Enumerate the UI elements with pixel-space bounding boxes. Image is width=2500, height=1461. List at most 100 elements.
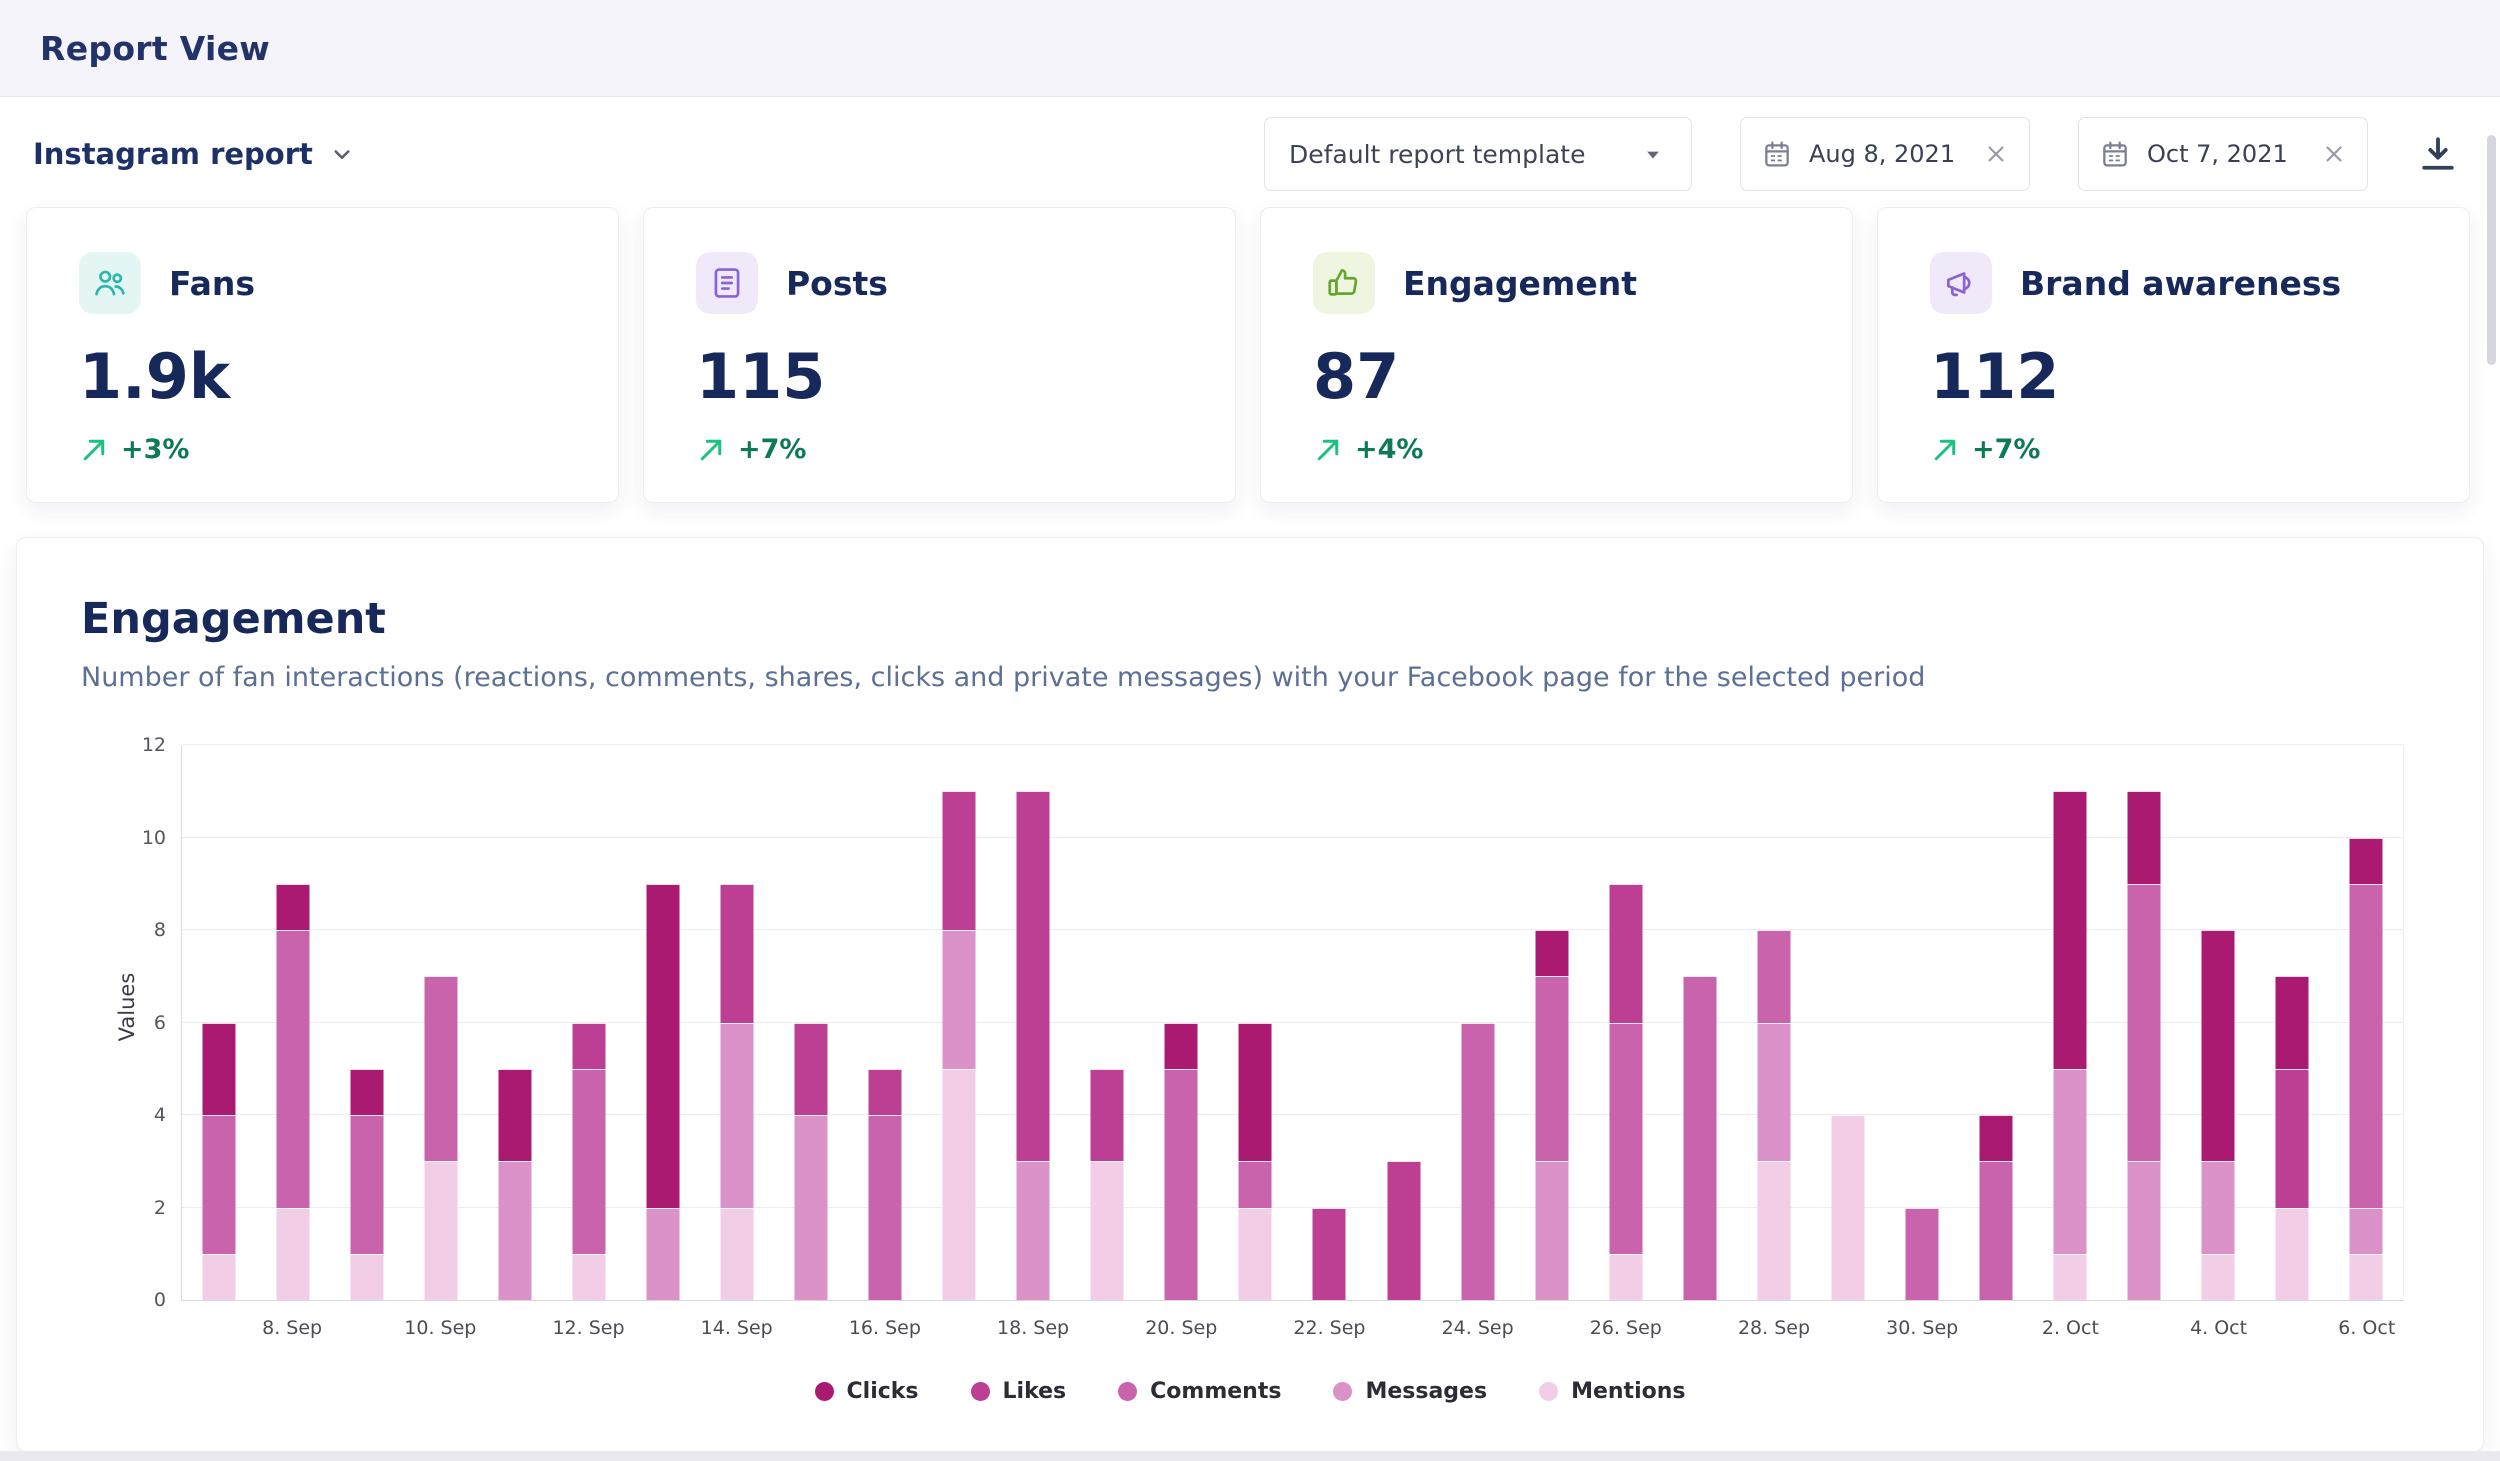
x-tick-label: 28. Sep (1737, 1317, 1811, 1339)
bar-segment-mentions (203, 1254, 236, 1300)
bar-segment-clicks (1165, 1023, 1198, 1069)
bar-segment-messages (1757, 1023, 1790, 1162)
bar-5-oct (2255, 745, 2329, 1300)
bars-container (182, 745, 2403, 1300)
x-tick-label (181, 1317, 255, 1339)
bar-segment-messages (2349, 1208, 2382, 1254)
stat-card-brand-awareness: Brand awareness112+7% (1877, 207, 2470, 503)
bar-segment-likes (1313, 1208, 1346, 1301)
legend-item-messages[interactable]: Messages (1333, 1379, 1487, 1404)
legend-item-mentions[interactable]: Mentions (1539, 1379, 1685, 1404)
bar-segment-comments (1757, 930, 1790, 1023)
bar-segment-messages (943, 930, 976, 1069)
template-selector[interactable]: Default report template (1264, 117, 1692, 191)
legend-label: Likes (1003, 1379, 1067, 1404)
bar-19-sep (1070, 745, 1144, 1300)
y-tick-label: 2 (154, 1197, 166, 1219)
bar-segment-mentions (2201, 1254, 2234, 1300)
bar-segment-clicks (351, 1069, 384, 1115)
bar-segment-comments (869, 1115, 902, 1300)
bar-17-sep (922, 745, 996, 1300)
legend-label: Clicks (847, 1379, 919, 1404)
scrollbar-thumb[interactable] (2487, 135, 2496, 365)
stat-card-delta: +7% (696, 434, 1183, 465)
chart-title: Engagement (81, 594, 2419, 644)
bar-segment-mentions (425, 1161, 458, 1300)
bar-segment-clicks (1979, 1115, 2012, 1161)
bar-segment-mentions (351, 1254, 384, 1300)
x-tick-label: 14. Sep (700, 1317, 774, 1339)
bar-segment-comments (1609, 1023, 1642, 1254)
bar-segment-comments (1979, 1161, 2012, 1300)
bar-segment-clicks (2275, 976, 2308, 1069)
bar-segment-likes (2275, 1069, 2308, 1208)
bar-segment-mentions (1757, 1161, 1790, 1300)
bar-segment-comments (1239, 1161, 1272, 1207)
x-tick-label (2107, 1317, 2181, 1339)
calendar-icon (2099, 138, 2131, 170)
thumbs-up-icon (1313, 252, 1375, 314)
report-toolbar: Instagram report Default report template… (0, 98, 2500, 210)
stat-card-delta: +7% (1930, 434, 2417, 465)
bar-10-sep (404, 745, 478, 1300)
download-icon[interactable] (2416, 132, 2460, 176)
bar-segment-clicks (1239, 1023, 1272, 1162)
x-tick-label (1070, 1317, 1144, 1339)
bar-segment-messages (1535, 1161, 1568, 1300)
date-start-input[interactable]: Aug 8, 2021 (1740, 117, 2030, 191)
trend-up-icon (79, 435, 109, 465)
bar-16-sep (848, 745, 922, 1300)
legend-label: Comments (1150, 1379, 1281, 1404)
trend-up-icon (1930, 435, 1960, 465)
x-tick-label (626, 1317, 700, 1339)
date-end-input[interactable]: Oct 7, 2021 (2078, 117, 2368, 191)
x-tick-label (1663, 1317, 1737, 1339)
x-tick-label: 20. Sep (1144, 1317, 1218, 1339)
bar-segment-comments (1683, 976, 1716, 1300)
bar-2-oct (2033, 745, 2107, 1300)
bar-24-sep (1441, 745, 1515, 1300)
bar-segment-messages (647, 1208, 680, 1301)
bar-segment-mentions (277, 1208, 310, 1301)
x-tick-label (1218, 1317, 1292, 1339)
legend-item-clicks[interactable]: Clicks (815, 1379, 919, 1404)
bar-28-sep (1737, 745, 1811, 1300)
legend-dot (1118, 1382, 1137, 1401)
bar-segment-messages (499, 1161, 532, 1300)
bar-segment-clicks (2053, 791, 2086, 1069)
x-tick-label (329, 1317, 403, 1339)
bar-segment-likes (795, 1023, 828, 1116)
bar-segment-clicks (2127, 791, 2160, 884)
bottom-scroll-track[interactable] (0, 1451, 2500, 1461)
bar-segment-messages (2201, 1161, 2234, 1254)
stat-card-value: 112 (1930, 346, 2417, 408)
bar-segment-likes (1387, 1161, 1420, 1300)
bar-segment-comments (425, 976, 458, 1161)
stat-card-posts: Posts115+7% (643, 207, 1236, 503)
bar-segment-likes (1091, 1069, 1124, 1162)
bar-segment-comments (2127, 884, 2160, 1162)
bar-segment-likes (721, 884, 754, 1023)
bar-23-sep (1367, 745, 1441, 1300)
y-axis-label: Values (115, 947, 139, 1067)
bar-27-sep (1663, 745, 1737, 1300)
clear-date-end-icon[interactable] (2321, 141, 2347, 167)
y-tick-label: 10 (142, 827, 166, 849)
bar-segment-messages (2053, 1069, 2086, 1254)
bar-segment-comments (1165, 1069, 1198, 1300)
report-name-dropdown[interactable]: Instagram report (33, 137, 357, 171)
bar-22-sep (1292, 745, 1366, 1300)
y-tick-label: 6 (154, 1012, 166, 1034)
legend-item-comments[interactable]: Comments (1118, 1379, 1281, 1404)
clear-date-start-icon[interactable] (1983, 141, 2009, 167)
stat-card-label: Engagement (1403, 264, 1637, 303)
chart-plot: 024681012 (181, 745, 2404, 1301)
bar-segment-comments (277, 930, 310, 1208)
bar-segment-clicks (203, 1023, 236, 1116)
x-tick-label (477, 1317, 551, 1339)
x-tick-label (922, 1317, 996, 1339)
app-header: Report View (0, 0, 2500, 97)
megaphone-icon (1930, 252, 1992, 314)
stat-cards: Fans1.9k+3%Posts115+7%Engagement87+4%Bra… (26, 207, 2470, 503)
legend-item-likes[interactable]: Likes (971, 1379, 1067, 1404)
